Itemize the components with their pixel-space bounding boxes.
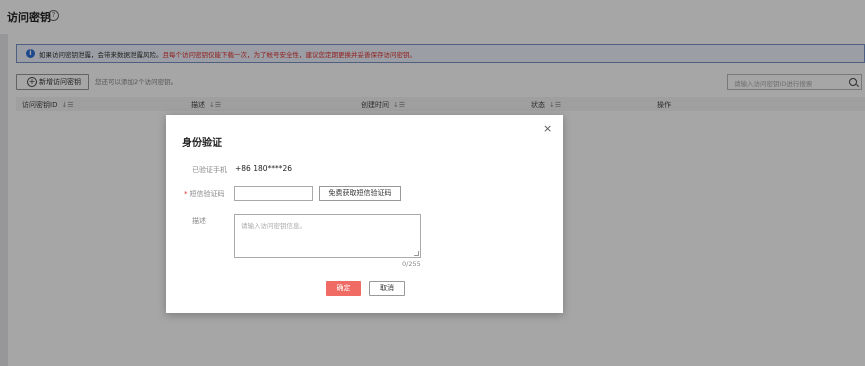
- cancel-button[interactable]: 取消: [369, 281, 405, 296]
- verified-phone-label: 已验证手机: [192, 166, 227, 174]
- sms-code-label: * 短信验证码: [184, 190, 225, 198]
- description-textarea[interactable]: 请输入访问密钥信息。: [234, 214, 421, 258]
- char-counter: 0/255: [402, 260, 421, 268]
- dialog-title: 身份验证: [182, 138, 222, 149]
- verified-phone-value: +86 180****26: [235, 164, 293, 173]
- sms-code-input[interactable]: [234, 186, 313, 201]
- required-mark: *: [184, 190, 188, 198]
- description-placeholder: 请输入访问密钥信息。: [241, 222, 306, 230]
- identity-verification-dialog: × 身份验证 已验证手机 +86 180****26 * 短信验证码 免费获取短信…: [166, 115, 563, 313]
- get-sms-code-button[interactable]: 免费获取短信验证码: [319, 186, 401, 201]
- close-icon[interactable]: ×: [543, 123, 552, 134]
- resize-handle-icon[interactable]: [414, 251, 419, 256]
- description-label: 描述: [192, 217, 206, 225]
- confirm-button[interactable]: 确定: [326, 281, 361, 296]
